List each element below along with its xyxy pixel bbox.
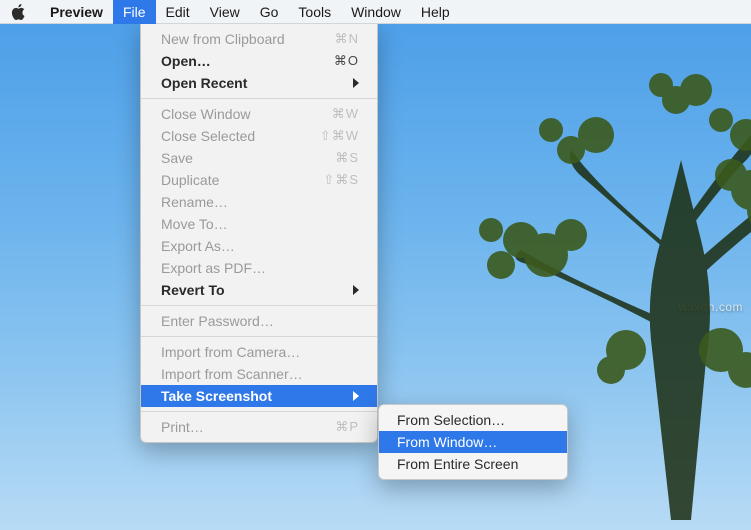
menubar-item-tools[interactable]: Tools bbox=[288, 0, 341, 24]
menu-label: Close Window bbox=[161, 106, 309, 122]
submenu-arrow-icon bbox=[353, 391, 359, 401]
menu-label: From Window… bbox=[397, 434, 549, 450]
menu-item-export-as-pdf[interactable]: Export as PDF… bbox=[141, 257, 377, 279]
menu-shortcut: ⌘N bbox=[309, 31, 359, 47]
menubar-item-go[interactable]: Go bbox=[250, 0, 289, 24]
menu-label: New from Clipboard bbox=[161, 31, 309, 47]
menu-item-take-screenshot[interactable]: Take Screenshot bbox=[141, 385, 377, 407]
menu-item-import-from-scanner[interactable]: Import from Scanner… bbox=[141, 363, 377, 385]
menu-item-export-as[interactable]: Export As… bbox=[141, 235, 377, 257]
menu-shortcut: ⇧⌘S bbox=[309, 172, 359, 188]
submenu-item-from-selection[interactable]: From Selection… bbox=[379, 409, 567, 431]
menu-label: Move To… bbox=[161, 216, 359, 232]
menu-label: From Selection… bbox=[397, 412, 549, 428]
apple-menu-icon[interactable] bbox=[10, 4, 26, 20]
menu-label: Export as PDF… bbox=[161, 260, 359, 276]
menubar-item-edit[interactable]: Edit bbox=[156, 0, 200, 24]
menu-shortcut: ⌘O bbox=[309, 53, 359, 69]
menu-label: Duplicate bbox=[161, 172, 309, 188]
menu-item-rename[interactable]: Rename… bbox=[141, 191, 377, 213]
menubar-item-view[interactable]: View bbox=[200, 0, 250, 24]
menu-label: From Entire Screen bbox=[397, 456, 549, 472]
menu-item-open-recent[interactable]: Open Recent bbox=[141, 72, 377, 94]
menu-label: Import from Scanner… bbox=[161, 366, 359, 382]
menu-label: Save bbox=[161, 150, 309, 166]
menu-label: Open… bbox=[161, 53, 309, 69]
menu-label: Import from Camera… bbox=[161, 344, 359, 360]
menu-shortcut: ⌘P bbox=[309, 419, 359, 435]
take-screenshot-submenu: From Selection… From Window… From Entire… bbox=[378, 404, 568, 480]
menubar-item-window[interactable]: Window bbox=[341, 0, 411, 24]
watermark-text: wsxdn.com bbox=[678, 300, 743, 314]
menu-item-open[interactable]: Open… ⌘O bbox=[141, 50, 377, 72]
menu-label: Rename… bbox=[161, 194, 359, 210]
menu-item-duplicate[interactable]: Duplicate ⇧⌘S bbox=[141, 169, 377, 191]
menu-label: Export As… bbox=[161, 238, 359, 254]
menu-separator bbox=[141, 98, 377, 99]
menu-label: Enter Password… bbox=[161, 313, 359, 329]
menu-item-save[interactable]: Save ⌘S bbox=[141, 147, 377, 169]
menu-separator bbox=[141, 336, 377, 337]
submenu-arrow-icon bbox=[353, 78, 359, 88]
file-menu-dropdown: New from Clipboard ⌘N Open… ⌘O Open Rece… bbox=[140, 24, 378, 443]
menu-label: Close Selected bbox=[161, 128, 309, 144]
menubar-app-name[interactable]: Preview bbox=[40, 0, 113, 24]
submenu-item-from-window[interactable]: From Window… bbox=[379, 431, 567, 453]
menu-label: Open Recent bbox=[161, 75, 345, 91]
menu-shortcut: ⌘S bbox=[309, 150, 359, 166]
submenu-item-from-entire-screen[interactable]: From Entire Screen bbox=[379, 453, 567, 475]
menu-item-revert-to[interactable]: Revert To bbox=[141, 279, 377, 301]
menu-item-import-from-camera[interactable]: Import from Camera… bbox=[141, 341, 377, 363]
menu-separator bbox=[141, 305, 377, 306]
menu-label: Revert To bbox=[161, 282, 345, 298]
menubar: Preview File Edit View Go Tools Window H… bbox=[0, 0, 751, 24]
submenu-arrow-icon bbox=[353, 285, 359, 295]
menu-item-close-window[interactable]: Close Window ⌘W bbox=[141, 103, 377, 125]
menu-item-move-to[interactable]: Move To… bbox=[141, 213, 377, 235]
menu-shortcut: ⇧⌘W bbox=[309, 128, 359, 144]
menubar-item-file[interactable]: File bbox=[113, 0, 156, 24]
menu-item-print[interactable]: Print… ⌘P bbox=[141, 416, 377, 438]
menu-item-close-selected[interactable]: Close Selected ⇧⌘W bbox=[141, 125, 377, 147]
menu-label: Take Screenshot bbox=[161, 388, 345, 404]
menu-item-new-from-clipboard[interactable]: New from Clipboard ⌘N bbox=[141, 28, 377, 50]
menu-separator bbox=[141, 411, 377, 412]
menubar-item-help[interactable]: Help bbox=[411, 0, 460, 24]
menu-item-enter-password[interactable]: Enter Password… bbox=[141, 310, 377, 332]
menu-label: Print… bbox=[161, 419, 309, 435]
menu-shortcut: ⌘W bbox=[309, 106, 359, 122]
